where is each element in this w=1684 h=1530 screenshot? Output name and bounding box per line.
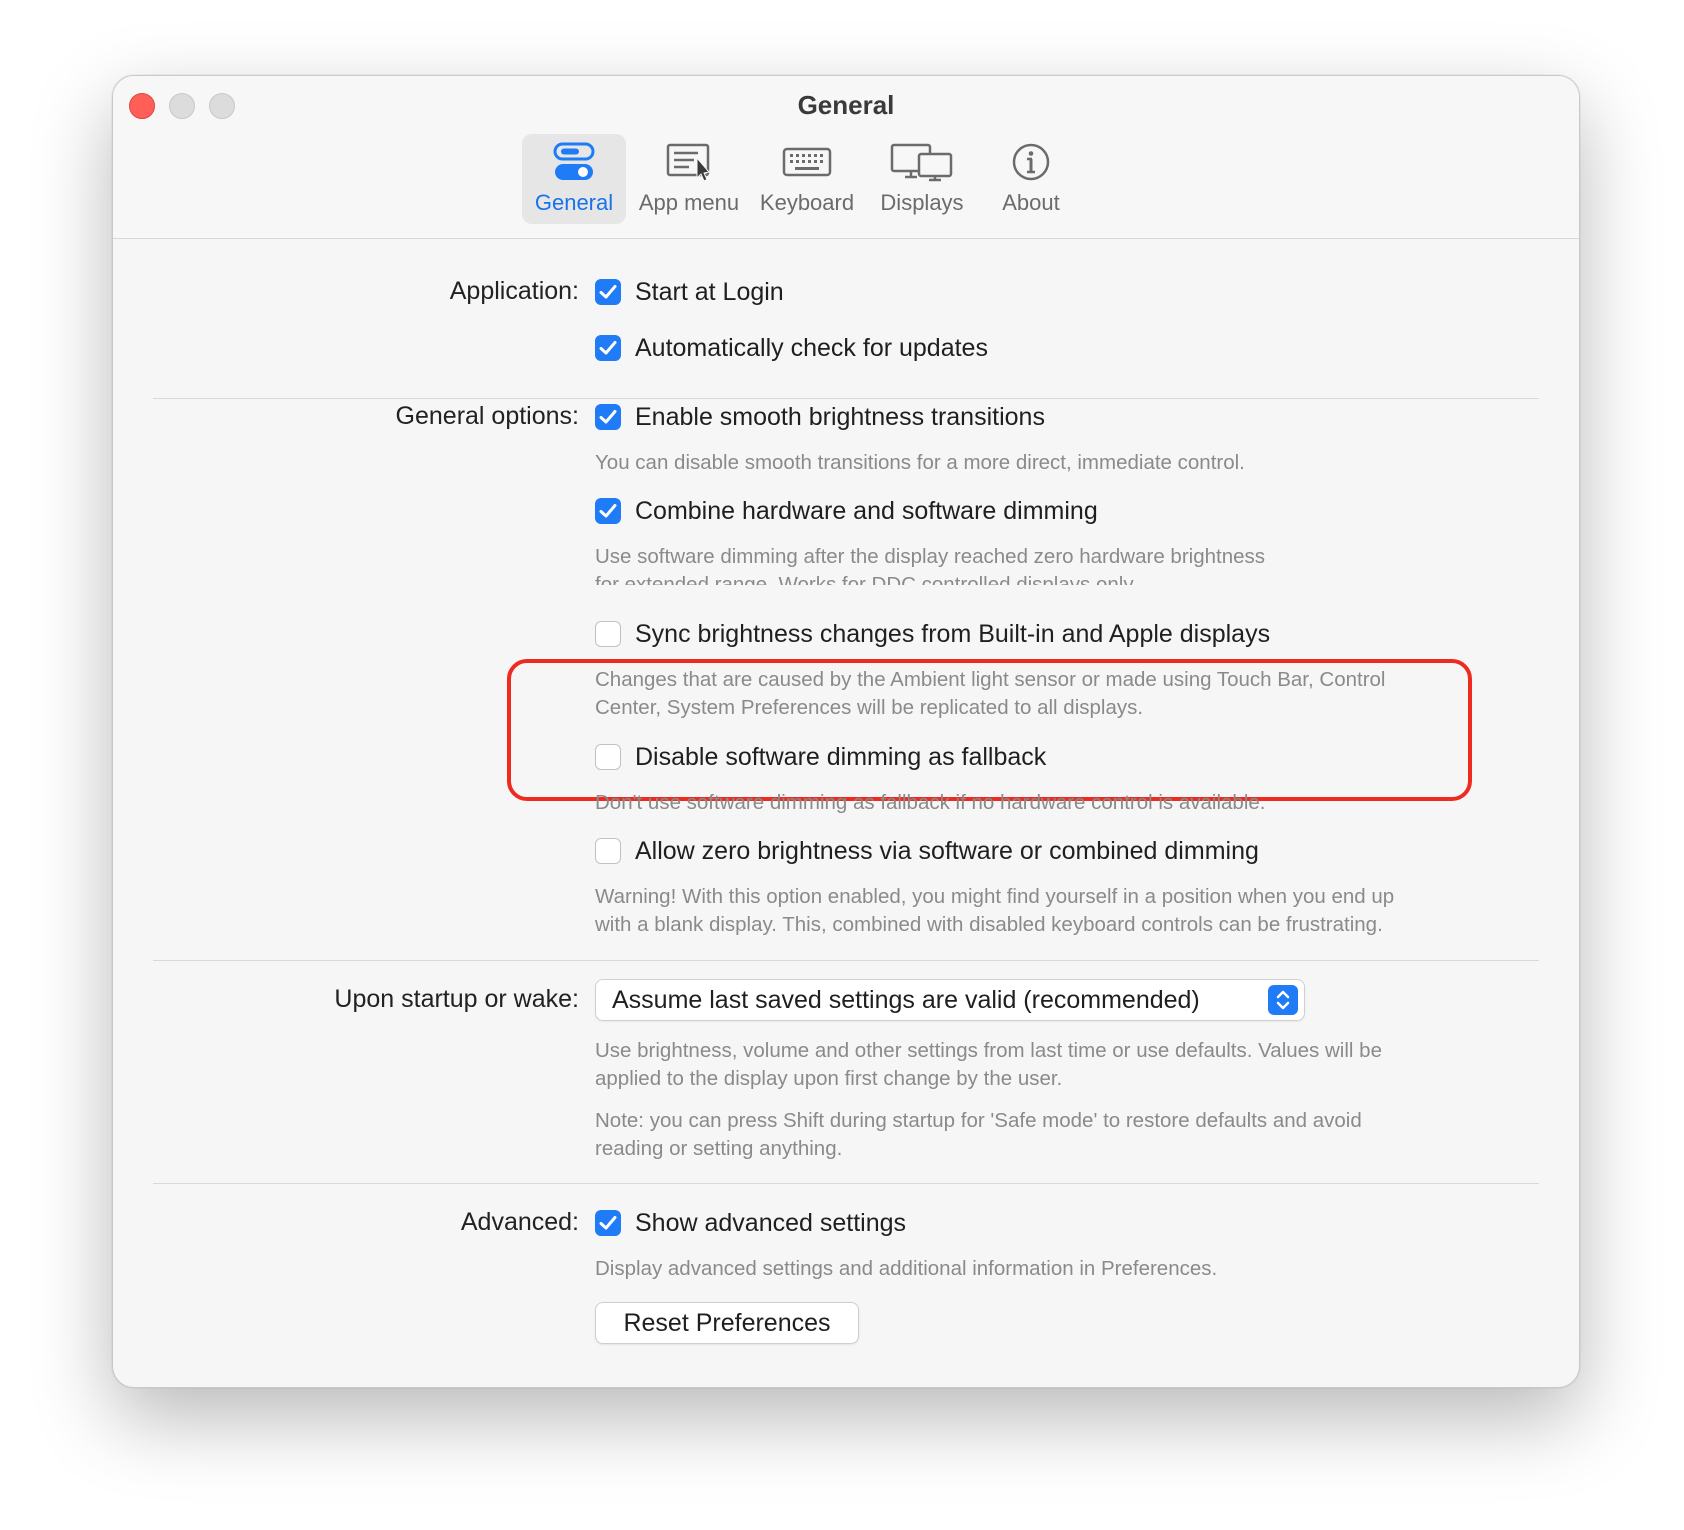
- safe-mode-note-line-2: reading or setting anything.: [595, 1137, 843, 1160]
- startup-help-line-2: applied to the display upon first change…: [595, 1067, 1063, 1090]
- zero-brightness-help-line-2: with a blank display. This, combined wit…: [595, 913, 1383, 936]
- preferences-toolbar: General App menu Keyboard Displays About: [113, 134, 1579, 226]
- highlight-annotation: [507, 659, 1472, 801]
- smooth-transitions-help: You can disable smooth transitions for a…: [595, 451, 1245, 474]
- tab-about-label: About: [1002, 190, 1060, 215]
- info-icon: [985, 142, 1077, 186]
- combine-dimming-help-line-2: for extended range. Works for DDC contro…: [595, 573, 1138, 585]
- checkbox-checked-icon: [595, 1210, 621, 1236]
- checkbox-unchecked-icon: [595, 838, 621, 864]
- check-updates-checkbox[interactable]: Automatically check for updates: [595, 331, 988, 365]
- tab-displays[interactable]: Displays: [869, 134, 975, 224]
- app-menu-icon: [631, 142, 747, 186]
- tab-keyboard[interactable]: Keyboard: [751, 134, 863, 224]
- checkbox-checked-icon: [595, 335, 621, 361]
- safe-mode-note-line-1: Note: you can press Shift during startup…: [595, 1109, 1362, 1132]
- checkbox-checked-icon: [595, 498, 621, 524]
- combine-dimming-label: Combine hardware and software dimming: [635, 496, 1098, 525]
- title-bar: General General App menu Keyboard Displa…: [113, 76, 1579, 239]
- checkbox-checked-icon: [595, 279, 621, 305]
- disable-fallback-label: Disable software dimming as fallback: [635, 742, 1047, 771]
- general-options-label: General options:: [395, 402, 579, 430]
- checkbox-unchecked-icon: [595, 744, 621, 770]
- startup-label: Upon startup or wake:: [334, 985, 579, 1013]
- zero-brightness-checkbox[interactable]: Allow zero brightness via software or co…: [595, 834, 1259, 868]
- checkbox-unchecked-icon: [595, 621, 621, 647]
- start-at-login-label: Start at Login: [635, 277, 784, 306]
- zero-brightness-help-line-1: Warning! With this option enabled, you m…: [595, 885, 1395, 908]
- tab-keyboard-label: Keyboard: [759, 190, 855, 215]
- chevron-up-down-icon: [1268, 985, 1298, 1015]
- checkbox-checked-icon: [595, 404, 621, 430]
- start-at-login-checkbox[interactable]: Start at Login: [595, 275, 784, 309]
- smooth-transitions-checkbox[interactable]: Enable smooth brightness transitions: [595, 400, 1045, 434]
- sync-brightness-label: Sync brightness changes from Built-in an…: [635, 619, 1271, 648]
- reset-preferences-button[interactable]: Reset Preferences: [595, 1302, 859, 1344]
- zero-brightness-label: Allow zero brightness via software or co…: [635, 836, 1259, 865]
- disable-fallback-help: Don't use software dimming as fallback i…: [595, 791, 1266, 814]
- preferences-window: General General App menu Keyboard Displa…: [112, 75, 1580, 1388]
- startup-behavior-popup[interactable]: Assume last saved settings are valid (re…: [595, 979, 1305, 1021]
- disable-fallback-checkbox[interactable]: Disable software dimming as fallback: [595, 740, 1046, 774]
- displays-icon: [869, 142, 975, 186]
- keyboard-icon: [751, 142, 863, 186]
- combine-dimming-help-line-1: Use software dimming after the display r…: [595, 545, 1265, 568]
- tab-displays-label: Displays: [880, 190, 964, 215]
- smooth-transitions-label: Enable smooth brightness transitions: [635, 402, 1045, 431]
- section-divider: [153, 1183, 1539, 1184]
- tab-app-menu[interactable]: App menu: [631, 134, 747, 224]
- check-updates-label: Automatically check for updates: [635, 333, 988, 362]
- show-advanced-help: Display advanced settings and additional…: [595, 1257, 1218, 1280]
- advanced-label: Advanced:: [460, 1208, 579, 1236]
- application-label: Application:: [449, 277, 579, 305]
- sync-brightness-checkbox[interactable]: Sync brightness changes from Built-in an…: [595, 617, 1270, 651]
- startup-behavior-value: Assume last saved settings are valid (re…: [612, 985, 1200, 1014]
- tab-general-label: General: [534, 190, 614, 215]
- combine-dimming-checkbox[interactable]: Combine hardware and software dimming: [595, 494, 1098, 528]
- toggle-switches-icon: [522, 142, 626, 186]
- section-divider: [153, 960, 1539, 961]
- general-settings-pane: Application: Start at Login Automaticall…: [113, 239, 1579, 1387]
- startup-help-line-1: Use brightness, volume and other setting…: [595, 1039, 1382, 1062]
- show-advanced-label: Show advanced settings: [635, 1208, 907, 1237]
- window-title: General: [797, 90, 895, 120]
- tab-app-menu-label: App menu: [638, 190, 740, 215]
- section-divider: [153, 398, 1539, 399]
- tab-about[interactable]: About: [985, 134, 1077, 224]
- show-advanced-checkbox[interactable]: Show advanced settings: [595, 1206, 906, 1240]
- tab-general[interactable]: General: [522, 134, 626, 224]
